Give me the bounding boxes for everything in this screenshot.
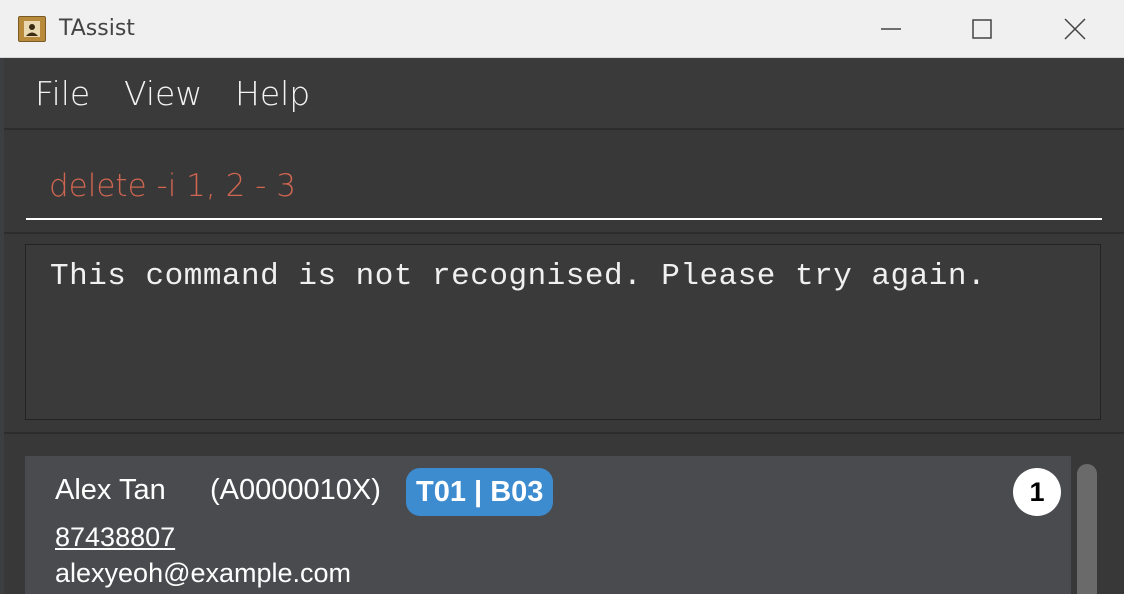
command-box-panel	[4, 128, 1124, 232]
minimize-button[interactable]	[846, 0, 938, 58]
menu-help[interactable]: Help	[235, 74, 310, 113]
title-bar: TAssist	[0, 0, 1124, 58]
command-input[interactable]	[26, 144, 1102, 220]
person-card[interactable]: Alex Tan (A0000010X) T01 | B03 87438807 …	[25, 456, 1071, 594]
person-email: alexyeoh@example.com	[55, 558, 352, 588]
person-name: Alex Tan	[55, 474, 166, 506]
person-matric-number: (A0000010X)	[210, 474, 381, 506]
window-title: TAssist	[59, 16, 135, 41]
contact-book-icon	[18, 16, 46, 42]
close-icon	[1064, 18, 1086, 40]
minimize-icon	[881, 28, 901, 30]
person-index-badge: 1	[1013, 468, 1061, 516]
person-phone[interactable]: 87438807	[55, 522, 175, 553]
menu-file[interactable]: File	[35, 74, 90, 113]
result-display-panel: This command is not recognised. Please t…	[4, 232, 1124, 432]
close-button[interactable]	[1030, 0, 1122, 58]
maximize-icon	[972, 19, 992, 39]
menu-view[interactable]: View	[124, 74, 202, 113]
class-tag: T01 | B03	[406, 468, 554, 516]
menu-bar: File View Help	[4, 58, 1124, 128]
app-window: TAssist File View Help This comman	[0, 0, 1124, 594]
maximize-button[interactable]	[937, 0, 1029, 58]
list-scrollbar[interactable]	[1077, 464, 1097, 594]
result-message: This command is not recognised. Please t…	[50, 259, 987, 294]
result-display[interactable]: This command is not recognised. Please t…	[25, 244, 1101, 420]
person-list-panel: Alex Tan (A0000010X) T01 | B03 87438807 …	[4, 432, 1124, 594]
